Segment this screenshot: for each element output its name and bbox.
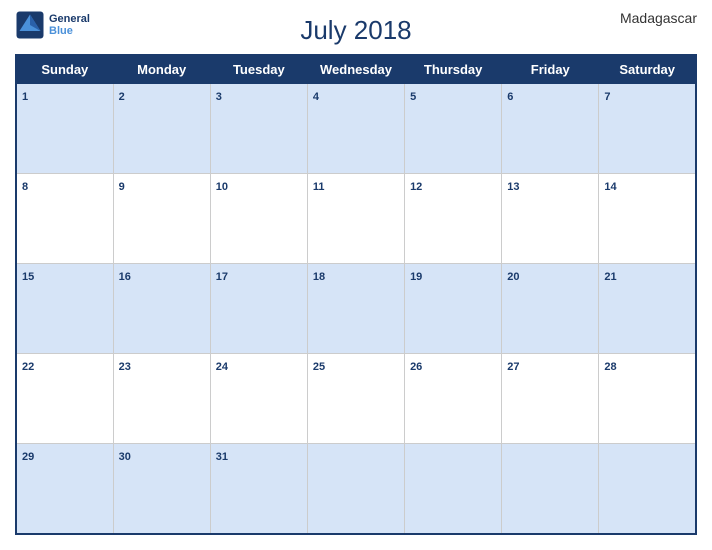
date-cell: 14: [599, 174, 696, 264]
date-cell: 19: [405, 264, 502, 354]
date-number: 31: [216, 451, 228, 463]
date-cell: 1: [16, 84, 113, 174]
calendar-header: General Blue July 2018 Madagascar: [15, 10, 697, 54]
date-cell: 10: [210, 174, 307, 264]
date-cell: 3: [210, 84, 307, 174]
date-number: 23: [119, 361, 131, 373]
date-cell: 17: [210, 264, 307, 354]
logo: General Blue: [15, 10, 90, 40]
date-cell: 28: [599, 354, 696, 444]
date-number: 4: [313, 91, 319, 103]
calendar-title: July 2018: [300, 15, 411, 46]
date-cell: 16: [113, 264, 210, 354]
header-monday: Monday: [113, 55, 210, 84]
date-number: 28: [604, 361, 616, 373]
date-number: 25: [313, 361, 325, 373]
date-number: 30: [119, 451, 131, 463]
date-number: 29: [22, 451, 34, 463]
date-cell: 13: [502, 174, 599, 264]
date-number: 12: [410, 181, 422, 193]
week-row-3: 15 16 17 18 19 20 21: [16, 264, 696, 354]
calendar-table: Sunday Monday Tuesday Wednesday Thursday…: [15, 54, 697, 535]
date-number: 10: [216, 181, 228, 193]
date-number: 21: [604, 271, 616, 283]
date-number: 11: [313, 181, 325, 193]
header-friday: Friday: [502, 55, 599, 84]
date-number: 3: [216, 91, 222, 103]
date-cell: 2: [113, 84, 210, 174]
date-cell: 12: [405, 174, 502, 264]
date-number: 8: [22, 181, 28, 193]
date-cell: [502, 444, 599, 534]
date-number: 6: [507, 91, 513, 103]
header-wednesday: Wednesday: [307, 55, 404, 84]
week-row-2: 8 9 10 11 12 13 14: [16, 174, 696, 264]
date-cell: 21: [599, 264, 696, 354]
country-label: Madagascar: [620, 10, 697, 26]
date-cell: 15: [16, 264, 113, 354]
date-number: 19: [410, 271, 422, 283]
date-cell: 29: [16, 444, 113, 534]
date-cell: 5: [405, 84, 502, 174]
date-number: 7: [604, 91, 610, 103]
date-number: 18: [313, 271, 325, 283]
date-cell: 8: [16, 174, 113, 264]
date-cell: 27: [502, 354, 599, 444]
date-cell: [405, 444, 502, 534]
date-number: 1: [22, 91, 28, 103]
date-cell: 7: [599, 84, 696, 174]
date-cell: 24: [210, 354, 307, 444]
logo-icon: [15, 10, 45, 40]
date-cell: 18: [307, 264, 404, 354]
date-cell: 26: [405, 354, 502, 444]
header-sunday: Sunday: [16, 55, 113, 84]
week-row-4: 22 23 24 25 26 27 28: [16, 354, 696, 444]
header-tuesday: Tuesday: [210, 55, 307, 84]
date-cell: 30: [113, 444, 210, 534]
date-number: 24: [216, 361, 228, 373]
date-cell: 6: [502, 84, 599, 174]
date-cell: 23: [113, 354, 210, 444]
day-headers-row: Sunday Monday Tuesday Wednesday Thursday…: [16, 55, 696, 84]
week-row-5: 29 30 31: [16, 444, 696, 534]
date-cell: 9: [113, 174, 210, 264]
date-cell: [599, 444, 696, 534]
calendar-container: General Blue July 2018 Madagascar Sunday…: [0, 0, 712, 550]
date-cell: 31: [210, 444, 307, 534]
date-number: 17: [216, 271, 228, 283]
date-cell: [307, 444, 404, 534]
date-number: 14: [604, 181, 616, 193]
date-number: 22: [22, 361, 34, 373]
date-number: 2: [119, 91, 125, 103]
date-number: 9: [119, 181, 125, 193]
date-number: 26: [410, 361, 422, 373]
date-number: 5: [410, 91, 416, 103]
date-number: 27: [507, 361, 519, 373]
date-number: 13: [507, 181, 519, 193]
date-cell: 22: [16, 354, 113, 444]
header-saturday: Saturday: [599, 55, 696, 84]
logo-text: General Blue: [49, 13, 90, 37]
week-row-1: 1 2 3 4 5 6 7: [16, 84, 696, 174]
date-cell: 25: [307, 354, 404, 444]
date-cell: 11: [307, 174, 404, 264]
header-thursday: Thursday: [405, 55, 502, 84]
date-cell: 20: [502, 264, 599, 354]
date-number: 15: [22, 271, 34, 283]
date-cell: 4: [307, 84, 404, 174]
date-number: 16: [119, 271, 131, 283]
date-number: 20: [507, 271, 519, 283]
